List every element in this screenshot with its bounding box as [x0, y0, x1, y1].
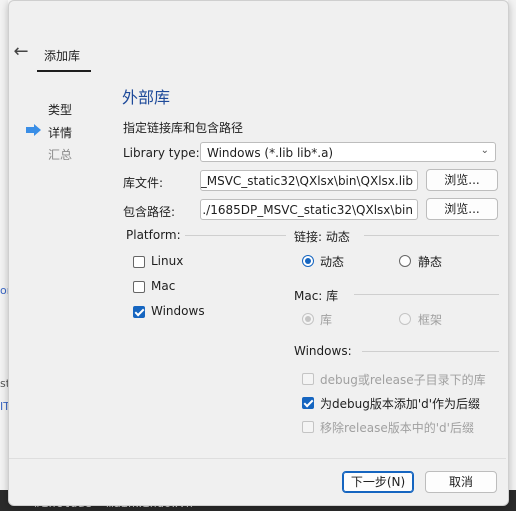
mac-group-title: Mac: 库: [294, 289, 339, 303]
tab-underline: [37, 70, 91, 72]
platform-linux-checkbox[interactable]: [133, 256, 145, 268]
wizard-step-summary: 汇总: [48, 148, 73, 162]
platform-group-separator: [185, 235, 286, 236]
page-title: 外部库: [122, 88, 171, 107]
link-dynamic-label: 动态: [320, 255, 345, 269]
platform-mac-checkbox[interactable]: [133, 281, 145, 293]
link-dynamic-radio[interactable]: [302, 255, 314, 267]
windows-debug-suffix-label: 为debug版本添加'd'作为后缀: [320, 397, 481, 411]
platform-group-title: Platform:: [126, 228, 181, 242]
browse-library-button[interactable]: 浏览...: [426, 169, 498, 191]
background-editor-left: [0, 0, 8, 511]
cancel-button[interactable]: 取消: [425, 471, 497, 493]
background-editor-right: [508, 0, 516, 511]
link-group-title: 链接: 动态: [294, 230, 350, 244]
windows-debug-suffix-checkbox[interactable]: [302, 397, 314, 409]
mac-group-separator: [354, 294, 499, 295]
footer-separator: [9, 458, 506, 459]
wizard-step-details: 详情: [48, 126, 73, 140]
windows-group-title: Windows:: [294, 344, 352, 358]
browse-include-button[interactable]: 浏览...: [426, 198, 498, 220]
next-button[interactable]: 下一步(N): [342, 471, 414, 493]
mac-library-radio[interactable]: [302, 313, 314, 325]
link-static-label: 静态: [418, 255, 443, 269]
current-step-arrow-icon: [26, 124, 41, 136]
include-path-value: C:/Users/.../1685DP_MSVC_static32\QXlsx\…: [200, 203, 413, 217]
back-arrow-icon[interactable]: ←: [10, 42, 32, 64]
library-file-input[interactable]: C:/Users/.../1685DP_MSVC_static32\QXlsx\…: [200, 170, 418, 191]
windows-group-separator: [362, 351, 499, 352]
library-type-label: Library type:: [123, 146, 200, 160]
wizard-step-type: 类型: [48, 103, 73, 117]
page-subtitle: 指定链接库和包含路径: [123, 121, 244, 135]
include-path-input[interactable]: C:/Users/.../1685DP_MSVC_static32\QXlsx\…: [200, 199, 418, 220]
library-type-value: Windows (*.lib lib*.a): [207, 146, 334, 160]
include-path-label: 包含路径:: [123, 205, 176, 219]
link-static-radio[interactable]: [399, 255, 411, 267]
windows-remove-suffix-checkbox[interactable]: [302, 421, 314, 433]
platform-windows-checkbox[interactable]: [133, 306, 145, 318]
platform-windows-label: Windows: [151, 304, 205, 318]
mac-library-label: 库: [320, 313, 333, 327]
windows-subdir-checkbox[interactable]: [302, 373, 314, 385]
chevron-down-icon: ⌄: [480, 145, 489, 156]
windows-remove-suffix-label: 移除release版本中的'd'后缀: [320, 421, 474, 435]
link-group-separator: [364, 235, 499, 236]
mac-framework-label: 框架: [418, 313, 443, 327]
mac-framework-radio[interactable]: [399, 313, 411, 325]
library-file-label: 库文件:: [123, 176, 164, 190]
library-type-select[interactable]: Windows (*.lib lib*.a) ⌄: [200, 142, 496, 162]
platform-linux-label: Linux: [151, 254, 184, 268]
platform-mac-label: Mac: [151, 279, 176, 293]
windows-subdir-label: debug或release子目录下的库: [320, 373, 486, 387]
library-file-value: C:/Users/.../1685DP_MSVC_static32\QXlsx\…: [200, 174, 413, 188]
dialog-tab-title: 添加库: [44, 49, 81, 63]
